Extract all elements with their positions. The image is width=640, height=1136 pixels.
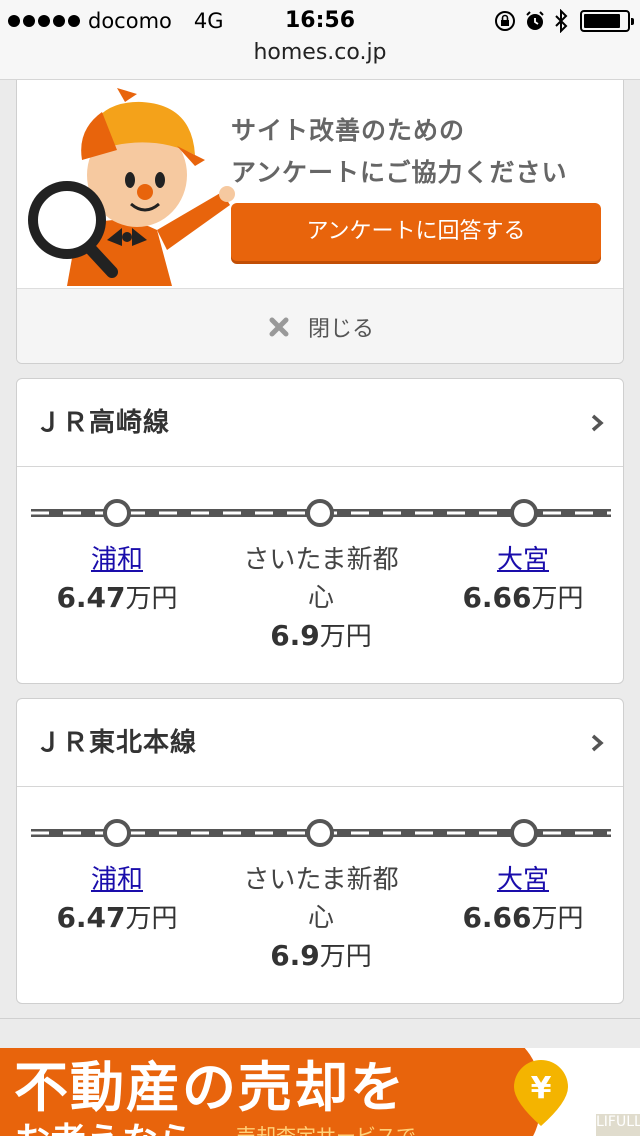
station-node [103,499,131,527]
station-name: さいたま新都心 [243,545,399,613]
detective-mascot-illustration [28,88,235,286]
alarm-icon [526,11,544,30]
station-node [306,499,334,527]
station-link[interactable]: 大宮 [433,541,613,579]
orientation-lock-icon [495,11,515,31]
survey-answer-button[interactable]: アンケートに回答する [231,203,601,261]
station-node [306,819,334,847]
line-title: ＪＲ高崎線 [35,408,171,438]
battery-icon [580,10,634,32]
line-card: ＪＲ高崎線 浦和 6.47万円 さいたま新都心 6.9万円 大宮 6.66万円 [16,378,624,684]
station-item: 大宮 6.66万円 [433,541,613,618]
survey-heading-line2: アンケートにご協力ください [231,158,568,187]
ad-brand-badge: LIFULL [596,1114,640,1136]
survey-heading-line1: サイト改善のための [231,116,466,145]
status-bar: docomo 4G 16:56 homes.co.jp [0,0,640,80]
station-price: 6.47万円 [56,581,178,614]
section-divider [0,1018,640,1019]
station-link[interactable]: 浦和 [27,541,207,579]
station-node [103,819,131,847]
station-item: さいたま新都心 6.9万円 [231,861,411,976]
station-name: さいたま新都心 [243,865,399,933]
survey-banner: サイト改善のための アンケートにご協力ください アンケートに回答する 閉じる [16,80,624,364]
ad-headline: 不動産の売却を [14,1056,406,1119]
line-card-header[interactable]: ＪＲ東北本線 [17,699,623,787]
bluetooth-icon [555,9,568,33]
ad-subline: お考えなら [14,1122,194,1136]
station-price: 6.66万円 [462,901,584,934]
line-card: ＪＲ東北本線 浦和 6.47万円 さいたま新都心 6.9万円 大宮 6.66万円 [16,698,624,1004]
station-price: 6.9万円 [270,939,372,972]
chevron-right-icon [591,414,604,432]
survey-close-label: 閉じる [307,316,374,342]
station-item: さいたま新都心 6.9万円 [231,541,411,656]
station-link[interactable]: 大宮 [433,861,613,899]
survey-close-button[interactable]: 閉じる [17,288,623,363]
station-price: 6.66万円 [462,581,584,614]
chevron-right-icon [591,734,604,752]
station-item: 浦和 6.47万円 [27,861,207,938]
yen-pin-icon: ¥ [514,1060,568,1126]
line-title: ＪＲ東北本線 [35,728,198,758]
station-node [510,499,538,527]
station-item: 浦和 6.47万円 [27,541,207,618]
line-card-header[interactable]: ＪＲ高崎線 [17,379,623,467]
station-node [510,819,538,847]
station-price: 6.9万円 [270,619,372,652]
close-icon [269,317,289,336]
ad-link-text[interactable]: 売却査定サービスで [236,1120,416,1136]
station-link[interactable]: 浦和 [27,861,207,899]
station-item: 大宮 6.66万円 [433,861,613,938]
address-bar[interactable]: homes.co.jp [0,40,640,65]
station-price: 6.47万円 [56,901,178,934]
svg-text:¥: ¥ [531,1071,552,1106]
sell-property-ad-banner[interactable]: 不動産の売却を お考えなら 売却査定サービスで ¥ LIFULL [0,1048,640,1136]
